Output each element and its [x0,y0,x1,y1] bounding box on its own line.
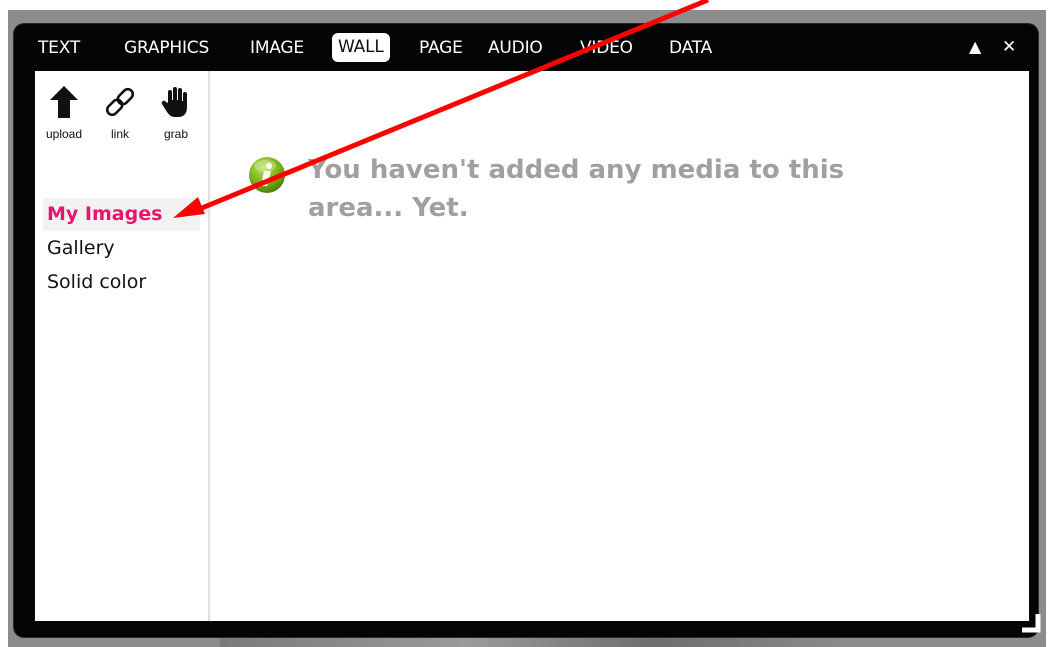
grab-label: grab [163,127,189,141]
content-area: You haven't added any media to this area… [211,71,1029,621]
collapse-icon[interactable]: ▲ [969,38,981,56]
empty-message: You haven't added any media to this area… [308,155,845,223]
link-button[interactable]: link [95,85,145,141]
tab-audio[interactable]: AUDIO [488,35,543,61]
close-icon[interactable]: ✕ [1002,38,1016,56]
upload-label: upload [45,127,83,141]
tab-video[interactable]: VIDEO [580,35,633,61]
media-dialog: TEXT GRAPHICS IMAGE WALL PAGE AUDIO VIDE… [14,24,1041,637]
nav-my-images[interactable]: My Images [43,198,200,231]
tab-bar: TEXT GRAPHICS IMAGE WALL PAGE AUDIO VIDE… [14,24,1038,68]
tab-wall[interactable]: WALL [332,33,390,62]
tab-graphics[interactable]: GRAPHICS [124,35,209,61]
sidebar: upload link grab My Images Gallery Solid… [35,71,209,621]
tab-page[interactable]: PAGE [419,35,463,61]
hand-icon [161,87,187,117]
info-icon [249,157,285,193]
tab-data[interactable]: DATA [669,35,712,61]
nav-solid-color[interactable]: Solid color [47,271,146,293]
nav-gallery[interactable]: Gallery [47,237,115,259]
tab-text[interactable]: TEXT [38,35,80,61]
upload-button[interactable]: upload [39,85,89,141]
resize-grip-icon[interactable] [1020,612,1042,634]
upload-arrow-icon [50,86,78,118]
link-label: link [110,127,129,141]
grab-button[interactable]: grab [151,85,201,141]
media-panel: upload link grab My Images Gallery Solid… [35,71,1029,621]
tab-image[interactable]: IMAGE [250,35,304,61]
link-icon [105,87,135,117]
